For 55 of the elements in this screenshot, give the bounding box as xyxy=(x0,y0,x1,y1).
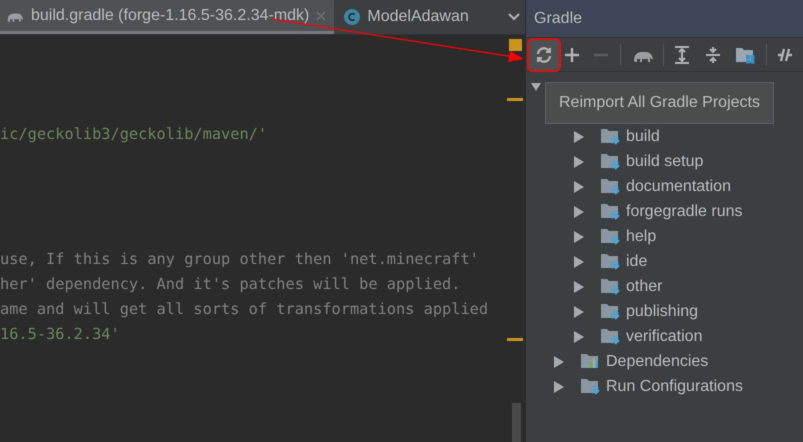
editor-tab[interactable]: build.gradle (forge-1.16.5-36.2.34-mdk) xyxy=(0,0,334,34)
collapsed-arrow-icon[interactable] xyxy=(574,206,584,218)
expand-all-icon[interactable] xyxy=(673,46,691,64)
class-icon xyxy=(344,9,360,25)
code-line: use, If this is any group other then 'net.minecraft' xyxy=(0,249,479,270)
warning-marker xyxy=(507,338,523,341)
collapsed-arrow-icon[interactable] xyxy=(554,356,564,368)
expanded-arrow-icon[interactable] xyxy=(531,82,541,92)
collapsed-arrow-icon[interactable] xyxy=(574,130,584,142)
folder-gear-icon xyxy=(601,128,621,145)
folder-gear-icon xyxy=(601,228,621,245)
collapsed-arrow-icon[interactable] xyxy=(574,280,584,292)
add-icon[interactable] xyxy=(564,46,580,62)
tooltip: Reimport All Gradle Projects xyxy=(545,82,774,124)
refresh-icon xyxy=(535,46,553,64)
editor-tab[interactable]: ModelAdawan xyxy=(334,0,477,34)
scrollbar-thumb[interactable] xyxy=(512,403,521,442)
tree-item[interactable]: forgegradle runs xyxy=(626,200,743,224)
folder-grid-icon[interactable] xyxy=(735,46,755,64)
collapsed-arrow-icon[interactable] xyxy=(554,380,564,392)
tree-item[interactable]: verification xyxy=(626,324,702,348)
tree-item[interactable]: documentation xyxy=(626,174,731,198)
collapsed-arrow-icon[interactable] xyxy=(574,330,584,342)
code-line: her' dependency. And it's patches will be applied. xyxy=(0,274,460,295)
chevron-down-icon[interactable] xyxy=(507,12,521,22)
tree-item[interactable]: ide xyxy=(626,250,648,274)
tree-item[interactable]: other xyxy=(626,274,662,298)
code-line: ame and will get all sorts of transformations applied xyxy=(0,299,488,320)
collapsed-arrow-icon[interactable] xyxy=(574,256,584,268)
code-line: ic/geckolib3/geckolib/maven/' xyxy=(0,124,268,145)
folder-gear-icon xyxy=(581,378,601,395)
collapsed-arrow-icon[interactable] xyxy=(574,306,584,318)
tree-item[interactable]: build setup xyxy=(626,150,704,174)
folder-gear-icon xyxy=(601,153,621,170)
collapsed-arrow-icon[interactable] xyxy=(574,156,584,168)
panel-title: Gradle xyxy=(534,8,582,28)
tree-item[interactable]: build xyxy=(626,124,660,148)
collapsed-arrow-icon[interactable] xyxy=(574,230,584,242)
tree-item[interactable]: help xyxy=(626,224,656,248)
folder-gear-icon xyxy=(601,303,621,320)
refresh-button[interactable] xyxy=(529,40,559,70)
warning-marker xyxy=(507,98,523,101)
folder-gear-icon xyxy=(601,178,621,195)
folder-chart-icon xyxy=(581,353,601,370)
warning-marker xyxy=(509,39,522,51)
tree-item[interactable]: publishing xyxy=(626,300,698,324)
folder-gear-icon xyxy=(601,203,621,220)
tree-item[interactable]: Dependencies xyxy=(606,350,708,374)
collapse-all-icon[interactable] xyxy=(704,46,722,64)
folder-gear-icon xyxy=(601,253,621,270)
collapsed-arrow-icon[interactable] xyxy=(574,180,584,192)
code-line: 16.5-36.2.34' xyxy=(0,324,120,345)
folder-gear-icon xyxy=(601,328,621,345)
tree-item[interactable]: Run Configurations xyxy=(606,374,743,398)
folder-gear-icon xyxy=(601,278,621,295)
